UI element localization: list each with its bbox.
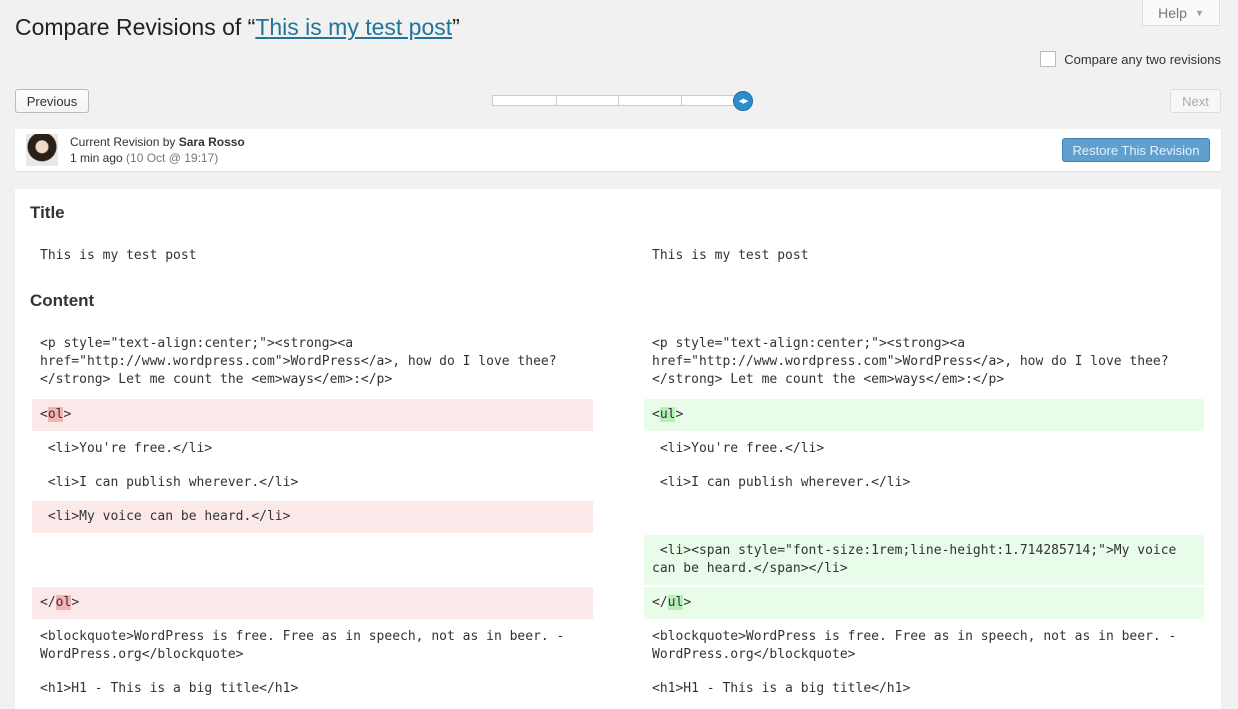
diff-added-word: ul: [667, 595, 684, 610]
diff-text: >: [683, 595, 692, 610]
compare-two-label: Compare any two revisions: [1064, 51, 1221, 67]
diff-li2-left: <li>I can publish wherever.</li>: [40, 475, 299, 490]
diff-added-word: ul: [659, 407, 676, 422]
previous-button[interactable]: Previous: [15, 89, 89, 113]
chevron-down-icon: ▼: [1194, 7, 1204, 18]
slider-tick: [556, 96, 557, 105]
title-heading: Title: [30, 203, 65, 222]
diff-blockquote-left: <blockquote>WordPress is free. Free as i…: [40, 629, 565, 662]
slider-tick: [681, 96, 682, 105]
diff-added-line: <li><span style="font-size:1rem;line-hei…: [644, 535, 1204, 585]
diff-text: <: [40, 407, 48, 422]
diff-text: </: [40, 595, 56, 610]
diff-deleted-line: <ol>: [32, 399, 593, 431]
diff-text: >: [63, 407, 72, 422]
page-title-suffix: ”: [452, 14, 460, 40]
diff-text: </: [652, 595, 668, 610]
help-label: Help: [1158, 4, 1187, 21]
avatar: [26, 134, 58, 166]
diff-deleted-line: <li>My voice can be heard.</li>: [32, 501, 593, 533]
post-title-link[interactable]: This is my test post: [255, 14, 452, 40]
diff-li1-left: <li>You're free.</li>: [40, 441, 213, 456]
page-title-prefix: Compare Revisions of “: [15, 14, 256, 40]
diff-panel: Title This is my test post This is my te…: [15, 189, 1221, 709]
diff-added-line: </ul>: [644, 587, 1204, 619]
help-tab[interactable]: Help ▼: [1142, 0, 1220, 26]
revision-ago: 1 min ago: [70, 151, 123, 165]
diff-title-right: This is my test post: [652, 248, 809, 263]
next-button[interactable]: Next: [1170, 89, 1221, 113]
diff-para-right: <p style="text-align:center;"><strong><a…: [652, 336, 1169, 387]
arrows-horizontal-icon: ◀▶: [738, 98, 749, 105]
revision-meta-text: Current Revision by Sara Rosso 1 min ago…: [70, 134, 245, 166]
diff-li2-right: <li>I can publish wherever.</li>: [652, 475, 911, 490]
diff-text: >: [675, 407, 684, 422]
page-title: Compare Revisions of “This is my test po…: [15, 14, 460, 41]
diff-h1-right: <h1>H1 - This is a big title</h1>: [652, 681, 911, 696]
slider-tick: [618, 96, 619, 105]
revision-author: Sara Rosso: [178, 135, 245, 149]
diff-text: >: [71, 595, 80, 610]
diff-added-line: <ul>: [644, 399, 1204, 431]
diff-text: <: [652, 407, 660, 422]
diff-h1-left: <h1>H1 - This is a big title</h1>: [40, 681, 299, 696]
slider-handle[interactable]: ◀▶: [733, 91, 753, 111]
revision-slider[interactable]: [492, 95, 742, 106]
revision-date: (10 Oct @ 19:17): [122, 151, 219, 165]
diff-deleted-word: ol: [47, 407, 64, 422]
revision-label: Current Revision by: [70, 135, 179, 149]
content-heading: Content: [30, 291, 95, 310]
diff-deleted-word: ol: [55, 595, 72, 610]
diff-para-left: <p style="text-align:center;"><strong><a…: [40, 336, 557, 387]
diff-blockquote-right: <blockquote>WordPress is free. Free as i…: [652, 629, 1177, 662]
compare-two-revisions-toggle[interactable]: Compare any two revisions: [1040, 51, 1221, 67]
diff-li1-right: <li>You're free.</li>: [652, 441, 825, 456]
compare-two-checkbox[interactable]: [1040, 51, 1057, 67]
diff-deleted-line: </ol>: [32, 587, 593, 619]
diff-title-left: This is my test post: [40, 248, 197, 263]
revision-meta: Current Revision by Sara Rosso 1 min ago…: [15, 129, 1221, 171]
restore-revision-button[interactable]: Restore This Revision: [1062, 138, 1210, 162]
